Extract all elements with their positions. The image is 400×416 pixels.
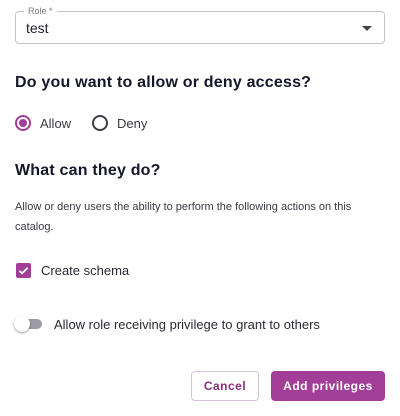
grant-option-toggle-row[interactable]: Allow role receiving privilege to grant … [14, 316, 320, 332]
cancel-button[interactable]: Cancel [191, 371, 259, 401]
dropdown-arrow-icon[interactable] [362, 26, 372, 31]
role-select[interactable]: Role * test [15, 5, 385, 44]
create-schema-label[interactable]: Create schema [41, 263, 129, 278]
access-heading: Do you want to allow or deny access? [15, 74, 312, 91]
deny-radio-label[interactable]: Deny [117, 116, 147, 131]
add-privileges-button[interactable]: Add privileges [271, 371, 385, 401]
allow-radio[interactable]: Allow [15, 115, 71, 131]
checkbox-checked-icon[interactable] [16, 263, 31, 278]
create-schema-checkbox-row[interactable]: Create schema [16, 263, 129, 278]
grant-option-label[interactable]: Allow role receiving privilege to grant … [54, 317, 320, 332]
role-selected-value: test [26, 20, 49, 36]
radio-unchecked-icon[interactable] [92, 115, 108, 131]
toggle-thumb[interactable] [14, 316, 30, 332]
deny-radio[interactable]: Deny [92, 115, 147, 131]
actions-heading: What can they do? [15, 162, 161, 179]
grant-option-toggle[interactable] [14, 316, 44, 332]
radio-checked-icon[interactable] [15, 115, 31, 131]
allow-radio-label[interactable]: Allow [40, 116, 71, 131]
actions-description: Allow or deny users the ability to perfo… [15, 201, 352, 233]
role-field-label: Role * [24, 5, 57, 17]
